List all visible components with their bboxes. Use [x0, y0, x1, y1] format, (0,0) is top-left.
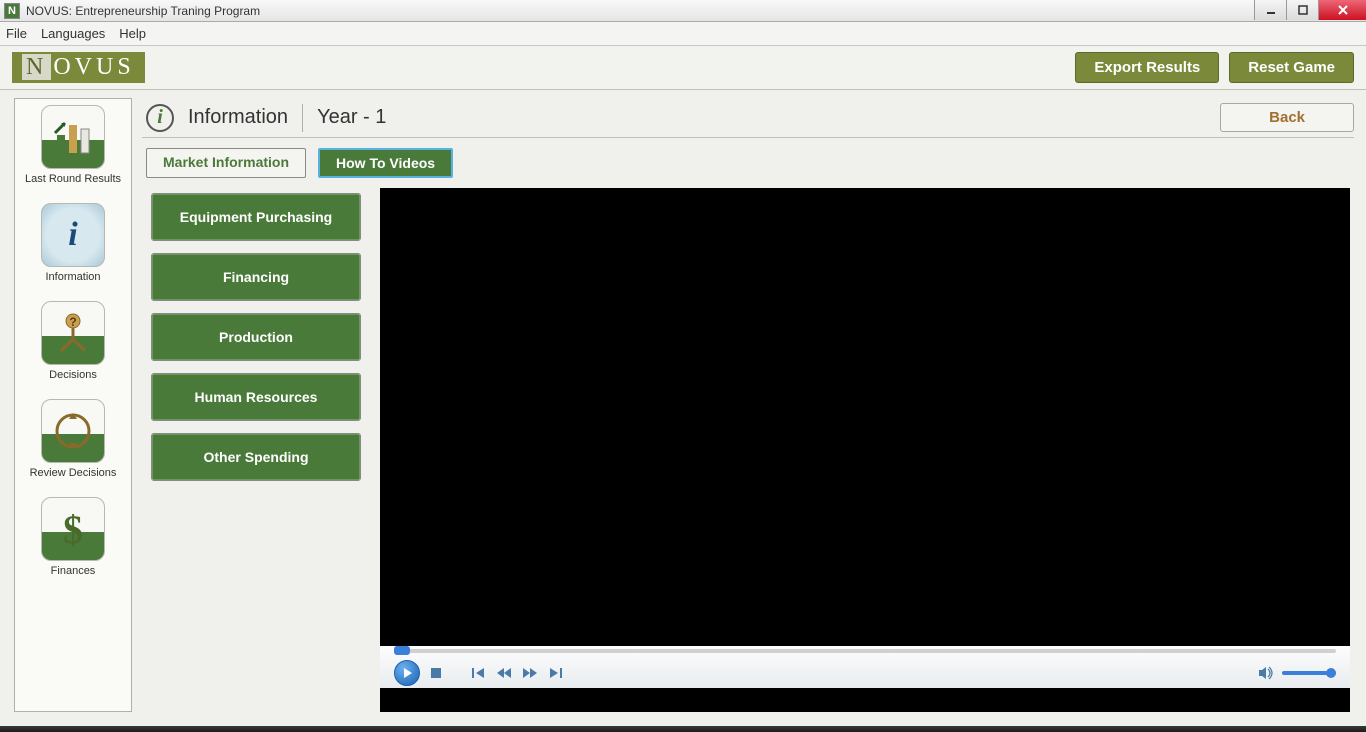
content-header: i Information Year - 1 Back: [142, 98, 1354, 138]
video-topic-equipment-purchasing[interactable]: Equipment Purchasing: [152, 194, 360, 240]
video-topic-list: Equipment Purchasing Financing Productio…: [142, 188, 360, 712]
tab-how-to-videos[interactable]: How To Videos: [318, 148, 453, 178]
sidebar-item-information[interactable]: i Information: [17, 203, 129, 283]
sidebar-item-label: Decisions: [49, 369, 97, 381]
video-topic-other-spending[interactable]: Other Spending: [152, 434, 360, 480]
tab-market-information[interactable]: Market Information: [146, 148, 306, 178]
prev-track-button[interactable]: [472, 667, 486, 679]
year-label: Year - 1: [317, 106, 386, 129]
sidebar-item-last-round-results[interactable]: Last Round Results: [17, 105, 129, 185]
video-topic-human-resources[interactable]: Human Resources: [152, 374, 360, 420]
decisions-icon: ?: [41, 301, 105, 365]
menu-help[interactable]: Help: [119, 26, 146, 41]
minimize-button[interactable]: [1254, 0, 1286, 20]
sidebar-item-label: Finances: [51, 565, 96, 577]
maximize-button[interactable]: [1286, 0, 1318, 20]
video-topic-production[interactable]: Production: [152, 314, 360, 360]
sidebar-item-finances[interactable]: $ Finances: [17, 497, 129, 577]
sidebar-item-label: Information: [45, 271, 100, 283]
separator: [302, 104, 303, 132]
volume-icon[interactable]: [1258, 666, 1274, 680]
menu-languages[interactable]: Languages: [41, 26, 105, 41]
menu-file[interactable]: File: [6, 26, 27, 41]
sidebar: Last Round Results i Information ? Decis…: [14, 98, 132, 712]
svg-text:?: ?: [69, 315, 76, 329]
fast-forward-button[interactable]: [522, 667, 538, 679]
taskbar: [0, 726, 1366, 732]
video-bottom-strip: [380, 688, 1350, 712]
page-title: Information: [188, 106, 288, 129]
dollar-icon: $: [41, 497, 105, 561]
rewind-button[interactable]: [496, 667, 512, 679]
video-player: [380, 188, 1350, 712]
tabs: Market Information How To Videos: [142, 138, 1354, 188]
menu-bar: File Languages Help: [0, 22, 1366, 46]
info-icon: i: [41, 203, 105, 267]
video-canvas[interactable]: [380, 188, 1350, 646]
sidebar-item-label: Review Decisions: [30, 467, 117, 479]
export-results-button[interactable]: Export Results: [1075, 52, 1219, 83]
sidebar-item-decisions[interactable]: ? Decisions: [17, 301, 129, 381]
seek-bar[interactable]: [380, 646, 1350, 658]
bar-chart-icon: [41, 105, 105, 169]
stop-button[interactable]: [430, 667, 442, 679]
player-controls: [380, 646, 1350, 688]
content-area: i Information Year - 1 Back Market Infor…: [142, 98, 1354, 712]
back-button[interactable]: Back: [1220, 103, 1354, 132]
sidebar-item-label: Last Round Results: [25, 173, 121, 185]
window-titlebar: N NOVUS: Entrepreneurship Traning Progra…: [0, 0, 1366, 22]
logo: NOVUS: [12, 52, 145, 83]
app-icon: N: [4, 3, 20, 19]
reset-game-button[interactable]: Reset Game: [1229, 52, 1354, 83]
review-icon: [41, 399, 105, 463]
sidebar-item-review-decisions[interactable]: Review Decisions: [17, 399, 129, 479]
next-track-button[interactable]: [548, 667, 562, 679]
app-header: NOVUS Export Results Reset Game: [0, 46, 1366, 90]
window-controls: [1254, 0, 1366, 20]
video-topic-financing[interactable]: Financing: [152, 254, 360, 300]
volume-slider[interactable]: [1282, 671, 1336, 675]
info-circle-icon: i: [146, 104, 174, 132]
play-button[interactable]: [394, 660, 420, 686]
close-button[interactable]: [1318, 0, 1366, 20]
window-title: NOVUS: Entrepreneurship Traning Program: [26, 4, 260, 18]
